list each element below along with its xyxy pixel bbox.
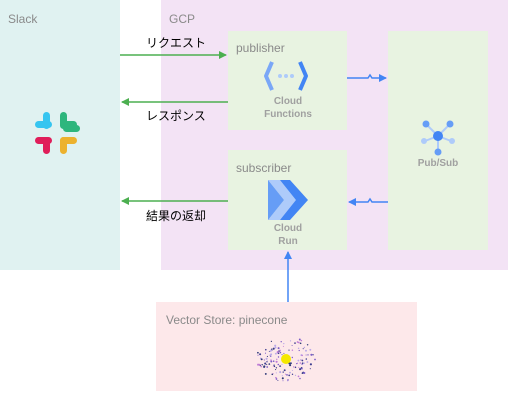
cloud-run-icon — [268, 180, 308, 220]
slack-logo-icon — [35, 112, 80, 154]
subscribe-arrow — [348, 197, 388, 206]
cloud-functions-icon — [264, 61, 308, 91]
publish-arrow — [347, 73, 387, 82]
diagram-overlay — [35, 51, 455, 382]
pinecone-logo-icon — [257, 338, 316, 382]
pubsub-icon — [421, 120, 455, 156]
